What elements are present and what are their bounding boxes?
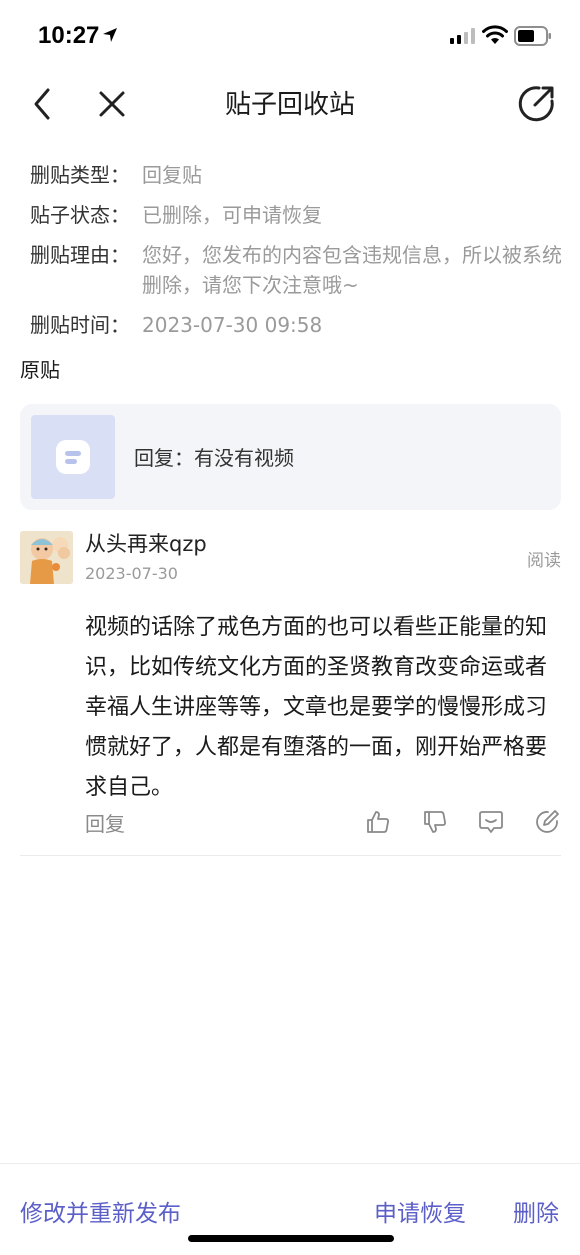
recycle-bin-page: 10:27 贴子回收站 删贴类型： 回复贴 贴子状态： 已删除，可申请恢复 删贴… <box>0 0 580 1255</box>
type-label: 删贴类型： <box>30 163 130 187</box>
state-label: 贴子状态： <box>30 203 130 227</box>
nav-bar: 贴子回收站 <box>0 72 580 134</box>
time-label: 删贴时间： <box>30 313 130 337</box>
home-indicator <box>188 1235 394 1242</box>
location-arrow-icon <box>103 28 117 42</box>
reason-value: 您好，您发布的内容包含违规信息，所以被系统删除，请您下次注意哦~ <box>142 243 562 297</box>
original-post-label: 原贴 <box>20 358 60 382</box>
comment-icon[interactable] <box>478 809 504 835</box>
avatar[interactable] <box>20 531 73 584</box>
info-row-type: 删贴类型： 回复贴 <box>30 160 570 190</box>
post-thumbnail <box>31 415 115 499</box>
author-name[interactable]: 从头再来qzp <box>85 528 207 558</box>
edit-republish-button[interactable]: 修改并重新发布 <box>20 1194 181 1228</box>
post-placeholder-icon <box>56 440 90 474</box>
signal-icon <box>450 28 475 44</box>
read-tag: 阅读 <box>527 551 561 571</box>
thumb-up-icon[interactable] <box>365 809 391 835</box>
original-post-card[interactable]: 回复：有没有视频 <box>20 404 561 510</box>
info-row-state: 贴子状态： 已删除，可申请恢复 <box>30 200 570 230</box>
reply-content: 视频的话除了戒色方面的也可以看些正能量的知识，比如传统文化方面的圣贤教育改变命运… <box>85 615 548 800</box>
reply-date: 2023-07-30 <box>85 564 178 583</box>
reason-label: 删贴理由： <box>30 243 130 267</box>
deletion-info: 删贴类型： 回复贴 贴子状态： 已删除，可申请恢复 删贴理由： 您好，您发布的内… <box>30 160 570 350</box>
info-row-time: 删贴时间： 2023-07-30 09:58 <box>30 310 570 340</box>
edit-icon[interactable] <box>534 809 560 835</box>
status-bar: 10:27 <box>0 0 580 70</box>
restore-button[interactable]: 申请恢复 <box>374 1194 466 1228</box>
status-time: 10:27 <box>38 22 100 49</box>
divider <box>20 855 561 856</box>
original-post-text: 回复：有没有视频 <box>134 446 294 470</box>
thumb-down-icon[interactable] <box>422 809 448 835</box>
battery-icon <box>514 26 551 46</box>
bottom-bar-border <box>0 1163 580 1164</box>
state-value: 已删除，可申请恢复 <box>142 203 322 227</box>
wifi-icon <box>482 25 508 44</box>
info-row-reason: 删贴理由： 您好，您发布的内容包含违规信息，所以被系统删除，请您下次注意哦~ <box>30 240 570 300</box>
time-value: 2023-07-30 09:58 <box>142 313 323 337</box>
page-title: 贴子回收站 <box>224 90 355 120</box>
share-icon[interactable] <box>518 84 556 122</box>
delete-button[interactable]: 删除 <box>513 1194 559 1228</box>
reply-button[interactable]: 回复 <box>85 808 125 837</box>
type-value: 回复贴 <box>142 163 202 187</box>
